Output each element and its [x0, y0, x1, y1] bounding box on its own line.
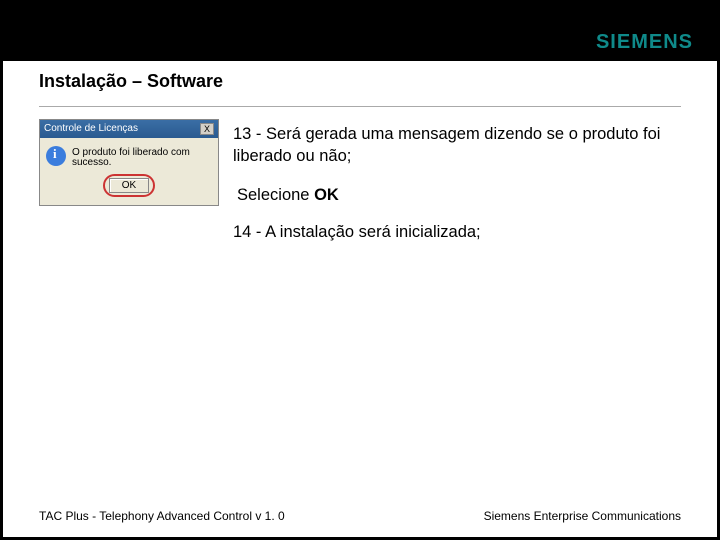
close-button[interactable]: X [200, 123, 214, 135]
step-13: 13 - Será gerada uma mensagem dizendo se… [233, 123, 681, 168]
dialog-message: O produto foi liberado com sucesso. [72, 146, 212, 168]
siemens-logo: SIEMENS [596, 31, 693, 54]
info-icon [46, 146, 66, 166]
select-ok-line: Selecione OK [233, 186, 681, 205]
page-title: Instalação – Software [39, 71, 717, 92]
content: Controle de Licenças X O produto foi lib… [3, 107, 717, 261]
header-bar: SIEMENS [3, 3, 717, 61]
ok-highlight: OK [103, 174, 155, 197]
select-bold: OK [314, 186, 339, 204]
footer-right: Siemens Enterprise Communications [484, 509, 681, 523]
title-area: Instalação – Software [3, 61, 717, 92]
license-dialog: Controle de Licenças X O produto foi lib… [39, 119, 219, 206]
footer-left: TAC Plus - Telephony Advanced Control v … [39, 509, 285, 523]
dialog-button-row: OK [40, 174, 218, 205]
select-prefix: Selecione [237, 186, 314, 204]
ok-button[interactable]: OK [109, 178, 149, 193]
step-14: 14 - A instalação será inicializada; [233, 221, 681, 243]
instructions-column: 13 - Será gerada uma mensagem dizendo se… [233, 119, 681, 261]
dialog-titlebar: Controle de Licenças X [40, 120, 218, 138]
dialog-body: O produto foi liberado com sucesso. [40, 138, 218, 174]
footer: TAC Plus - Telephony Advanced Control v … [39, 509, 681, 523]
screenshot-column: Controle de Licenças X O produto foi lib… [39, 119, 219, 206]
dialog-title-text: Controle de Licenças [44, 124, 138, 134]
